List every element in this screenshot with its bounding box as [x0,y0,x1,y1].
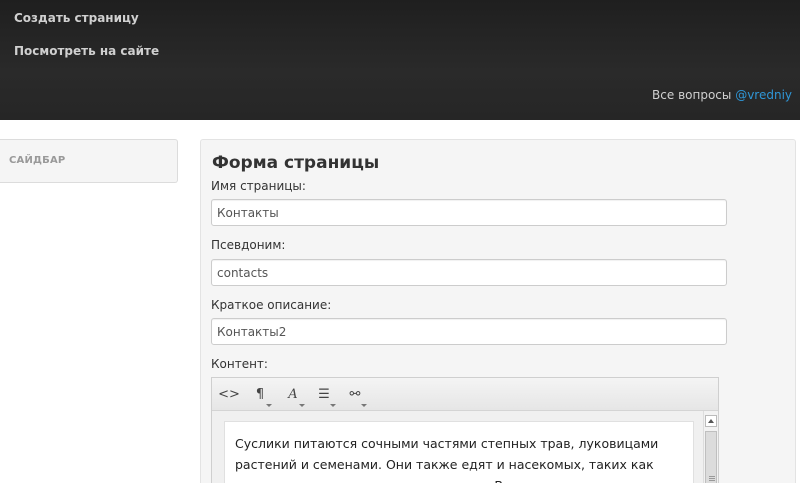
link-icon[interactable]: ⚯ [342,384,368,407]
editor-content-area[interactable]: Суслики питаются сочными частями степных… [224,421,694,483]
font-style-icon[interactable]: A [280,384,306,407]
html-code-glyph: <> [218,386,240,402]
scroll-thumb[interactable] [705,431,717,483]
font-style-glyph: A [288,386,298,402]
sidebar-title: САЙДБАР [9,155,66,166]
chevron-down-icon [330,404,336,407]
list-icon[interactable]: ☰ [311,384,337,407]
html-code-icon[interactable]: <> [216,384,242,404]
page-form-panel: Форма страницы Имя страницы: Псевдоним: … [200,139,796,483]
description-label: Краткое описание: [211,298,332,312]
editor-toolbar: <> ¶ A ☰ ⚯ [212,378,718,411]
content-label: Контент: [211,357,268,371]
list-glyph: ☰ [318,386,330,402]
chevron-down-icon [299,404,305,407]
link-glyph: ⚯ [349,386,361,402]
editor-scrollbar[interactable] [703,411,718,483]
grip-icon [709,476,715,477]
create-page-link[interactable]: Создать страницу [14,11,139,25]
chevron-down-icon [361,404,367,407]
paragraph-format-icon[interactable]: ¶ [247,384,273,407]
alias-label: Псевдоним: [211,238,286,252]
editor-body: Суслики питаются сочными частями степных… [212,411,718,483]
scroll-up-icon[interactable] [705,415,717,427]
view-on-site-link[interactable]: Посмотреть на сайте [14,44,159,58]
sidebar: САЙДБАР [0,139,178,183]
form-title: Форма страницы [212,153,380,173]
page-name-input[interactable] [211,199,727,226]
page-name-label: Имя страницы: [211,179,306,193]
questions-text: Все вопросы [652,88,736,102]
content-editor: <> ¶ A ☰ ⚯ Суслики питаются сочными част… [211,377,719,483]
questions-contact: Все вопросы @vredniy [652,88,792,102]
paragraph-glyph: ¶ [255,386,265,402]
top-header: Создать страницу Посмотреть на сайте Все… [0,0,800,120]
description-input[interactable] [211,318,727,345]
questions-handle-link[interactable]: @vredniy [735,88,792,102]
chevron-down-icon [266,404,272,407]
alias-input[interactable] [211,259,727,286]
